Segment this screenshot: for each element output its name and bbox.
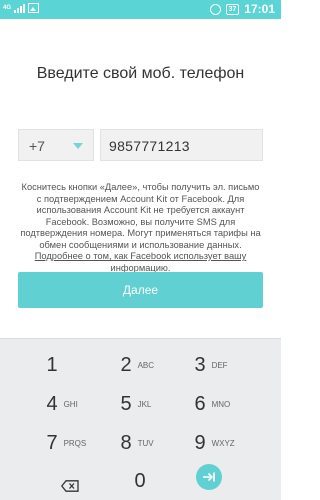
page-title: Введите свой моб. телефон (36, 65, 245, 82)
key-digit: 6 (194, 392, 206, 415)
key-letters: JKL (137, 399, 152, 409)
chevron-down-icon (73, 143, 83, 149)
key-digit: 1 (46, 353, 58, 376)
numeric-keypad: 1 2 ABC 3 DEF 4 GHI 5 JKL 6 MNO 7 PRQS 8 TUV 9W… (0, 338, 281, 500)
signal-icon (14, 3, 26, 13)
clock: 17:01 (244, 2, 275, 16)
key-digit: 2 (120, 353, 132, 376)
battery-icon: 37 (225, 3, 240, 15)
next-button[interactable]: Далее (18, 272, 263, 308)
key-letters: MNO (211, 399, 231, 409)
network-type: 4G (3, 5, 12, 11)
key-8[interactable]: 8 TUV (100, 425, 180, 461)
key-digit: 8 (120, 431, 132, 454)
key-7[interactable]: 7 PRQS (26, 425, 106, 461)
phone-number-value: 9857771213 (109, 138, 190, 154)
key-3[interactable]: 3 DEF (174, 347, 254, 383)
key-digit: 0 (134, 469, 146, 492)
image-notification-icon (28, 3, 40, 13)
key-letters: DEF (211, 360, 228, 370)
enter-button[interactable] (196, 464, 222, 490)
privacy-link[interactable]: Подробнее о том, как Facebook использует… (35, 251, 247, 273)
key-6[interactable]: 6 MNO (174, 386, 254, 422)
key-letters: ABC (137, 360, 155, 370)
key-digit: 7 (46, 431, 58, 454)
key-letters: TUV (137, 438, 154, 448)
key-letters: GHI (63, 399, 78, 409)
backspace-icon[interactable] (61, 480, 79, 492)
key-digit: 4 (46, 392, 58, 415)
status-bar: 4G 37 17:01 (0, 0, 281, 19)
key-2[interactable]: 2 ABC (100, 347, 180, 383)
key-5[interactable]: 5 JKL (100, 386, 180, 422)
consent-notice: Коснитесь кнопки «Далее», чтобы получить… (20, 182, 261, 274)
key-letters: PRQS (63, 438, 87, 448)
key-digit: 3 (194, 353, 206, 376)
key-digit: 5 (120, 392, 132, 415)
key-digit: 9 (194, 431, 206, 454)
key-letters: WXYZ (211, 438, 235, 448)
enter-icon (203, 472, 215, 482)
alarm-icon (209, 3, 221, 15)
key-4[interactable]: 4 GHI (26, 386, 106, 422)
key-9[interactable]: 9 WXYZ (174, 425, 254, 461)
country-code-select[interactable]: +7 (18, 129, 94, 161)
phone-number-input[interactable]: 9857771213 (100, 129, 263, 161)
notice-text: Коснитесь кнопки «Далее», чтобы получить… (20, 182, 261, 250)
key-0[interactable]: 0 (100, 463, 180, 499)
notice-end: . (167, 262, 171, 273)
key-1[interactable]: 1 (26, 347, 106, 383)
country-code-value: +7 (29, 138, 45, 154)
